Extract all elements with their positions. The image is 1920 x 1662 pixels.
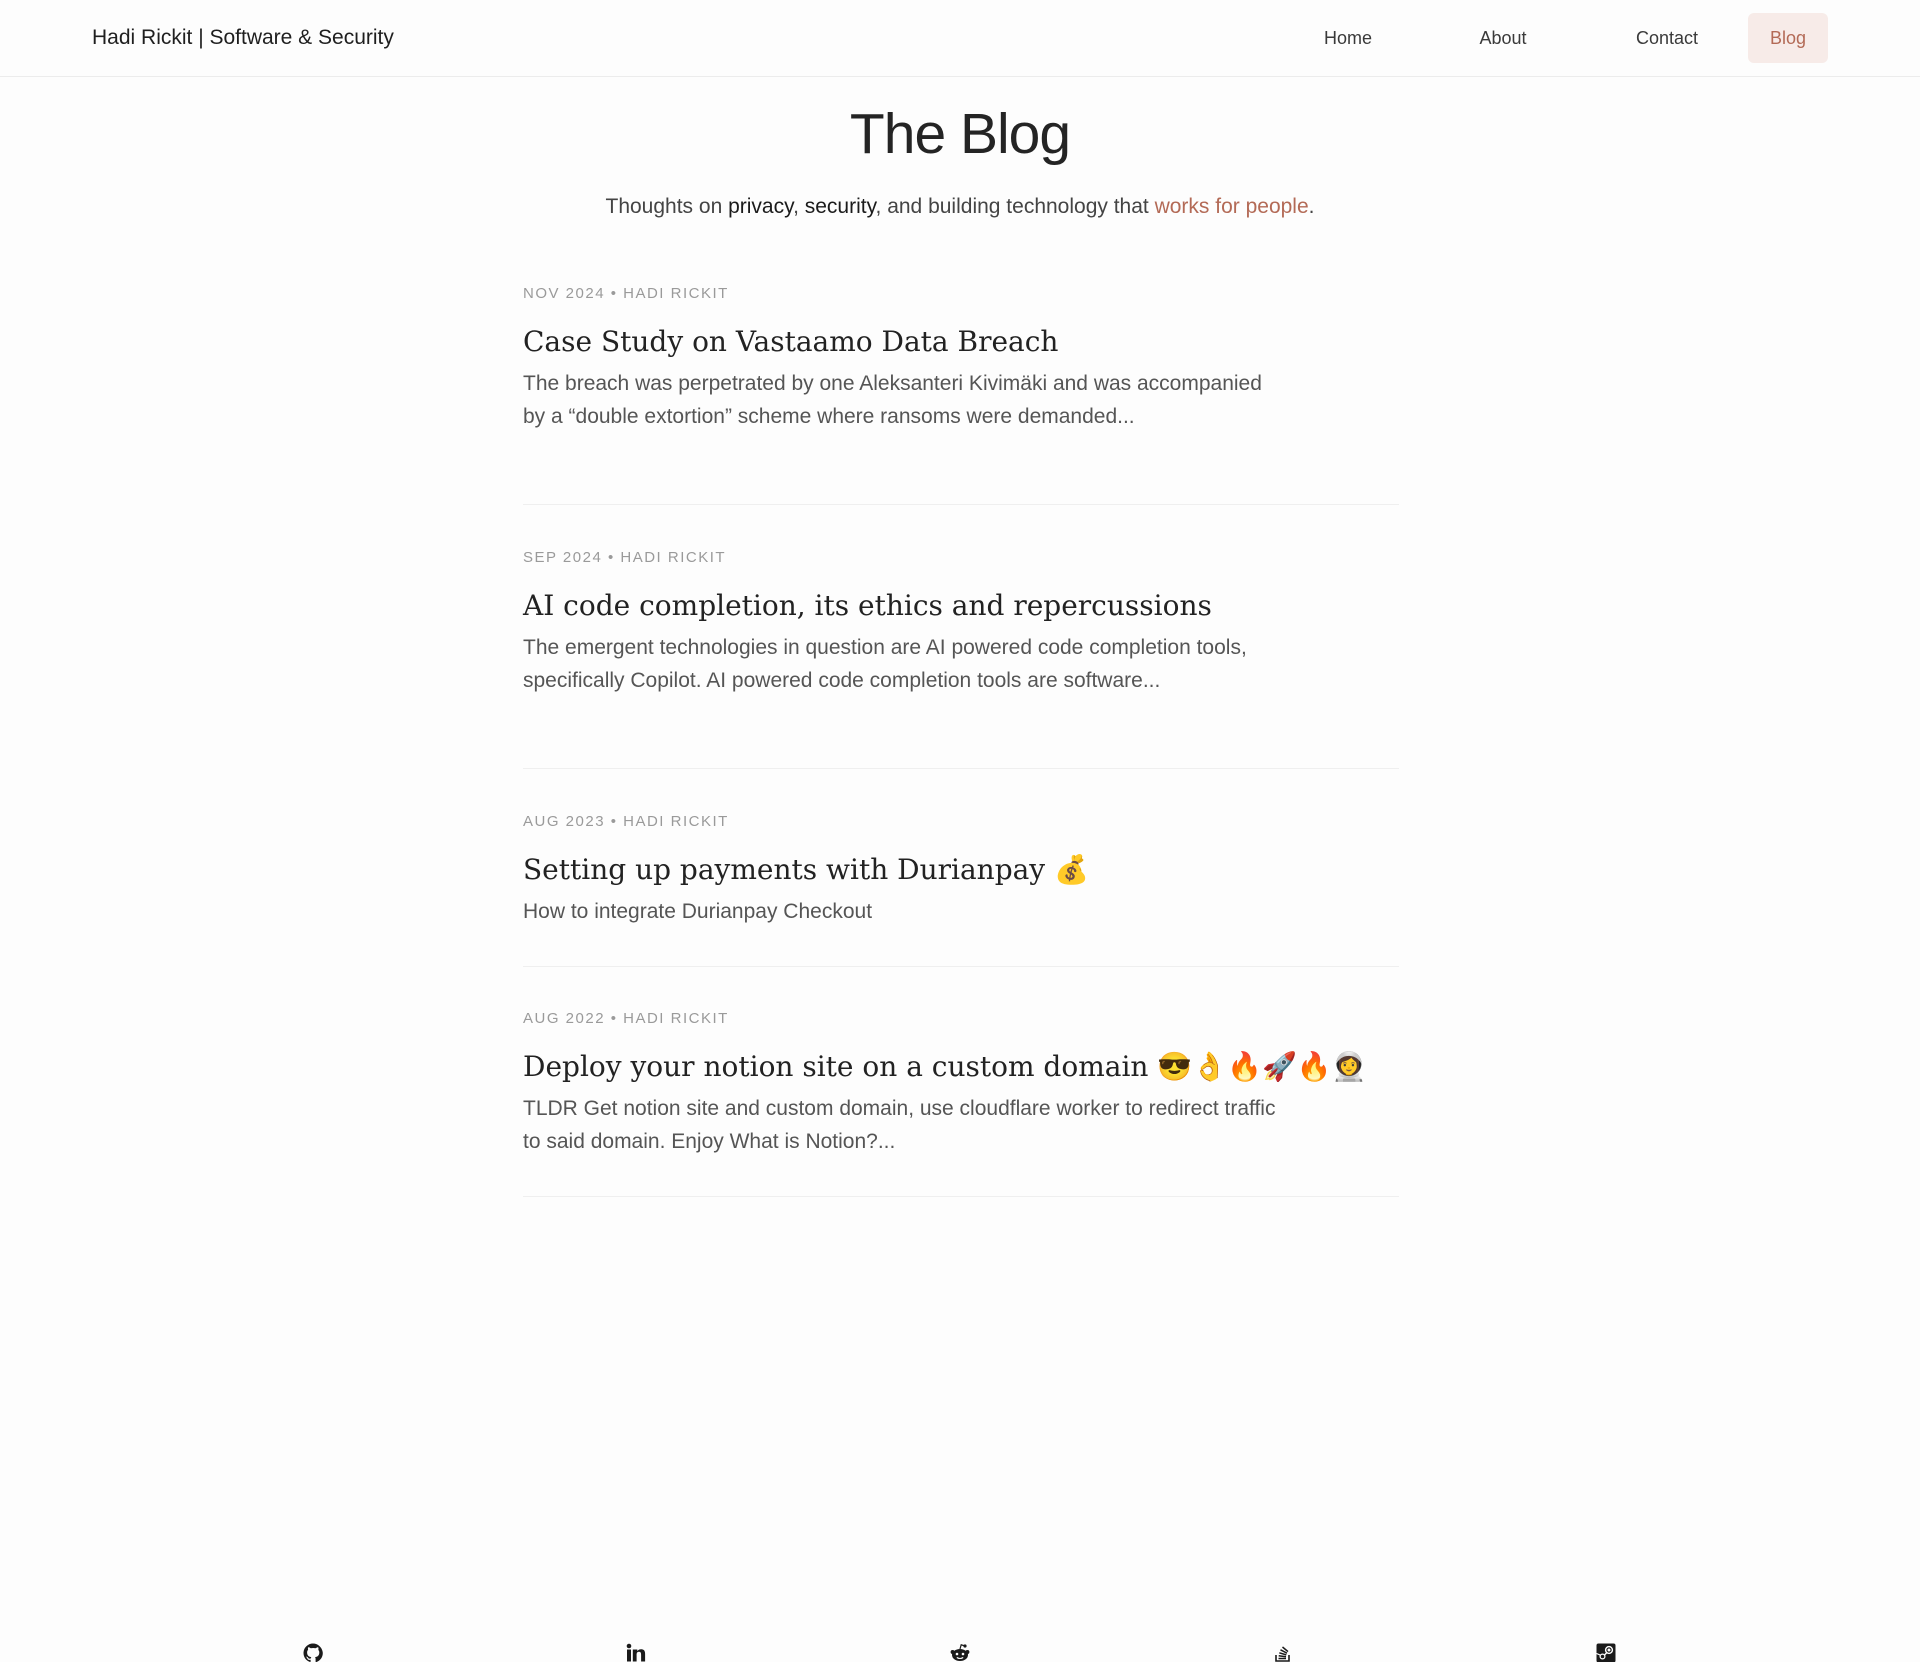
steam-icon[interactable] bbox=[1596, 1643, 1616, 1662]
post-excerpt: TLDR Get notion site and custom domain, … bbox=[523, 1097, 1276, 1153]
post-card[interactable]: AUG 2022 • HADI RICKIT Deploy your notio… bbox=[523, 1009, 1399, 1158]
post-card[interactable]: NOV 2024 • HADI RICKIT Case Study on Vas… bbox=[523, 284, 1399, 433]
post-card[interactable]: AUG 2023 • HADI RICKIT Setting up paymen… bbox=[523, 812, 1399, 928]
post-excerpt: How to integrate Durianpay Checkout bbox=[523, 900, 873, 923]
post-meta: SEP 2024 • HADI RICKIT bbox=[523, 549, 727, 566]
github-icon[interactable] bbox=[303, 1643, 323, 1662]
post-divider bbox=[523, 966, 1399, 967]
post-title[interactable]: Deploy your notion site on a custom doma… bbox=[523, 1049, 1399, 1085]
subtitle-text: , bbox=[793, 195, 805, 218]
stackoverflow-icon[interactable] bbox=[1273, 1643, 1293, 1662]
post-meta: NOV 2024 • HADI RICKIT bbox=[523, 285, 729, 302]
post-title[interactable]: Case Study on Vastaamo Data Breach bbox=[523, 324, 1399, 360]
post-card[interactable]: SEP 2024 • HADI RICKIT AI code completio… bbox=[523, 548, 1399, 697]
nav-contact[interactable]: Contact bbox=[1607, 13, 1727, 63]
post-divider bbox=[523, 504, 1399, 505]
subtitle-text: , and building technology that bbox=[875, 195, 1155, 218]
post-divider bbox=[523, 768, 1399, 769]
post-excerpt: The breach was perpetrated by one Aleksa… bbox=[523, 372, 1262, 428]
reddit-icon[interactable] bbox=[950, 1643, 970, 1662]
subtitle-text: . bbox=[1308, 195, 1315, 218]
site-header: Hadi Rickit | Software & Security Home A… bbox=[0, 0, 1920, 77]
subtitle-text: Thoughts on bbox=[605, 195, 729, 218]
post-title[interactable]: Setting up payments with Durianpay 💰 bbox=[523, 852, 1399, 888]
page-title: The Blog bbox=[849, 102, 1071, 166]
subtitle-accent: works for people bbox=[1154, 195, 1309, 218]
post-meta: AUG 2023 • HADI RICKIT bbox=[523, 813, 729, 830]
post-divider bbox=[523, 1196, 1399, 1197]
post-title[interactable]: AI code completion, its ethics and reper… bbox=[523, 588, 1399, 624]
site-title[interactable]: Hadi Rickit | Software & Security bbox=[92, 24, 394, 52]
nav-blog[interactable]: Blog bbox=[1748, 13, 1828, 63]
page-subtitle: Thoughts on privacy, security, and build… bbox=[0, 193, 1920, 221]
linkedin-icon[interactable] bbox=[626, 1643, 646, 1662]
post-excerpt: The emergent technologies in question ar… bbox=[523, 636, 1247, 692]
subtitle-privacy: privacy bbox=[728, 195, 794, 218]
post-meta: AUG 2022 • HADI RICKIT bbox=[523, 1010, 729, 1027]
nav-about[interactable]: About bbox=[1453, 13, 1553, 63]
nav-home[interactable]: Home bbox=[1298, 13, 1398, 63]
subtitle-security: security bbox=[804, 195, 876, 218]
